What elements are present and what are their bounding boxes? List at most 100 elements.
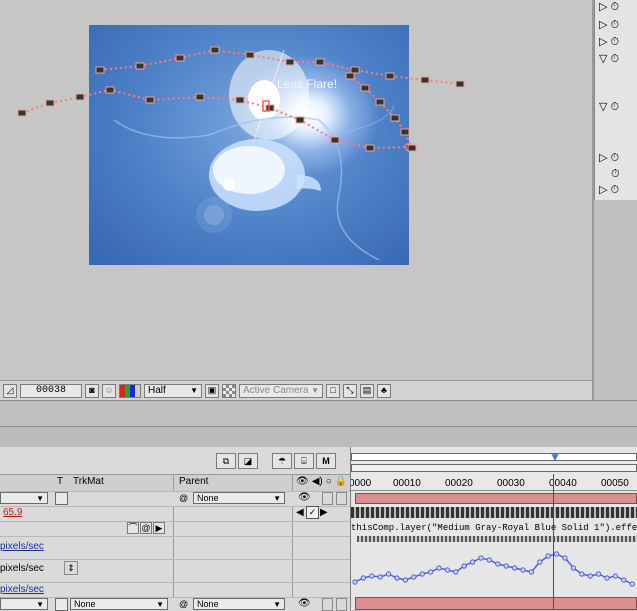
time-navigator[interactable] [351, 453, 637, 461]
property-row[interactable]: ▷ ⏱ [599, 153, 619, 164]
stopwatch-icon[interactable]: ⏱ [611, 169, 620, 180]
keyframe-handle[interactable] [75, 93, 85, 101]
pickwhip-icon[interactable]: @ [179, 493, 188, 503]
motion-blur-icon[interactable]: M [316, 453, 336, 469]
keyframe-handle[interactable] [385, 72, 395, 80]
velocity-keyframe[interactable] [503, 563, 509, 569]
keyframe-handle[interactable] [330, 136, 340, 144]
motion-path-segment[interactable] [349, 75, 413, 149]
stopwatch-icon[interactable]: ⏱ [610, 185, 619, 196]
velocity-keyframe[interactable] [621, 577, 627, 583]
zoom-slider[interactable] [351, 464, 637, 472]
velocity-keyframe[interactable] [570, 565, 576, 571]
pixel-aspect-icon[interactable]: ⤡ [343, 383, 357, 398]
expression-language-menu-icon[interactable]: ▶ [153, 522, 165, 534]
flowchart-icon[interactable]: ♣ [377, 383, 391, 398]
frame-blending-icon[interactable]: ⌸ [294, 453, 314, 469]
keyframe-handle[interactable] [45, 99, 55, 107]
graph-height-icon[interactable]: ⇕ [64, 561, 78, 575]
keyframe-nav-prev-icon[interactable]: ◀ [296, 507, 304, 518]
transparency-grid-icon[interactable] [222, 383, 236, 398]
pickwhip-icon[interactable]: @ [179, 599, 188, 609]
expand-arrow-icon[interactable]: ▷ [599, 2, 607, 13]
motion-path-segment[interactable] [99, 48, 461, 85]
stopwatch-icon[interactable]: ⏱ [610, 54, 619, 65]
time-graph[interactable]: ▼ 0000 00010 00020 00030 00040 00050 thi… [351, 447, 637, 610]
velocity-keyframe[interactable] [352, 579, 358, 585]
velocity-keyframe[interactable] [528, 569, 534, 575]
velocity-keyframe[interactable] [537, 559, 543, 565]
velocity-keyframe[interactable] [579, 571, 585, 577]
expand-arrow-icon[interactable]: ▷ [599, 37, 607, 48]
track-matte-checkbox[interactable] [55, 492, 68, 505]
keyframe-handle[interactable] [135, 62, 145, 70]
shy-layers-icon[interactable]: ☂ [272, 453, 292, 469]
velocity-keyframe[interactable] [394, 575, 400, 581]
mode-select[interactable]: ▼ [0, 492, 48, 504]
velocity-keyframe[interactable] [596, 571, 602, 577]
zoom-slider-handle-icon[interactable]: ▼ [549, 450, 561, 464]
velocity-keyframe[interactable] [562, 555, 568, 561]
stopwatch-icon[interactable]: ⏱ [610, 37, 619, 48]
keyframe-handle[interactable] [345, 72, 355, 80]
velocity-keyframe[interactable] [402, 577, 409, 583]
keyframe-handle[interactable] [407, 144, 417, 152]
keyframe-dots[interactable] [357, 536, 637, 542]
keyframe-handle[interactable] [365, 144, 375, 152]
velocity-keyframe[interactable] [444, 567, 451, 573]
velocity-label[interactable]: pixels/sec [0, 541, 44, 552]
keyframe-handle[interactable] [95, 66, 105, 74]
keyframe-handle[interactable] [315, 58, 325, 66]
velocity-keyframe[interactable] [377, 574, 383, 580]
velocity-keyframe[interactable] [495, 561, 501, 567]
keyframe-handle[interactable] [285, 58, 295, 66]
velocity-keyframe[interactable] [360, 575, 366, 581]
trkmat-select[interactable]: None ▼ [70, 598, 168, 610]
keyframe-handle[interactable] [375, 98, 385, 106]
property-row[interactable]: ▷ ⏱ [599, 185, 619, 196]
property-row[interactable]: ▷ ⏱ [599, 2, 619, 13]
expand-arrow-icon[interactable]: ▷ [599, 20, 607, 31]
property-row[interactable]: ▽ ⏱ [599, 54, 619, 65]
keyframe-handle[interactable] [455, 80, 465, 88]
stopwatch-icon[interactable]: ⏱ [610, 2, 619, 13]
property-value[interactable]: 65.9 [3, 507, 22, 518]
velocity-keyframe[interactable] [385, 571, 392, 577]
region-toggle-icon[interactable]: ▣ [205, 383, 219, 398]
current-time-field[interactable]: 00038 [20, 383, 82, 398]
parent-select[interactable]: None ▼ [193, 598, 285, 610]
keyframe-handle[interactable] [175, 54, 185, 62]
keyframe-nav-next-icon[interactable]: ▶ [320, 507, 328, 518]
solo-switch[interactable] [322, 598, 333, 611]
show-snapshot-icon[interactable]: ☺ [102, 383, 116, 398]
mode-select[interactable]: ▼ [0, 598, 48, 610]
layer-duration-bar[interactable] [355, 493, 637, 504]
keyframe-checkbox[interactable]: ✓ [306, 506, 319, 519]
current-time-indicator[interactable] [553, 474, 554, 610]
keyframe-handle[interactable] [195, 93, 205, 101]
velocity-keyframe[interactable] [470, 559, 476, 565]
keyframe-handle[interactable] [390, 114, 400, 122]
velocity-keyframe[interactable] [369, 573, 375, 579]
keyframe-handle[interactable] [400, 128, 410, 136]
keyframe-handle[interactable] [105, 86, 115, 94]
velocity-keyframe[interactable] [545, 553, 551, 559]
velocity-keyframe[interactable] [411, 574, 417, 580]
keyframe-handle[interactable] [17, 109, 27, 117]
velocity-keyframe[interactable] [604, 575, 610, 581]
collapse-arrow-icon[interactable]: ▽ [599, 102, 607, 113]
velocity-keyframe[interactable] [428, 569, 434, 575]
velocity-graph[interactable] [351, 544, 637, 596]
keyframe-handle[interactable] [145, 96, 155, 104]
expression-text[interactable]: thisComp.layer("Medium Gray-Royal Blue S… [351, 523, 637, 533]
property-row[interactable]: ▽ ⏱ [599, 102, 619, 113]
collapse-arrow-icon[interactable]: ▽ [599, 54, 607, 65]
property-row[interactable]: ⏱ [599, 169, 620, 180]
expand-arrow-icon[interactable]: ▷ [599, 185, 607, 196]
region-of-interest-icon[interactable]: ◿ [3, 383, 17, 398]
keyframe-handle[interactable] [210, 46, 220, 54]
keyframe-handle[interactable] [245, 51, 255, 59]
expand-arrow-icon[interactable]: ▷ [599, 153, 607, 164]
timeline-icon[interactable]: ▤ [360, 383, 374, 398]
camera-select[interactable]: Active Camera ▼ [239, 383, 323, 398]
